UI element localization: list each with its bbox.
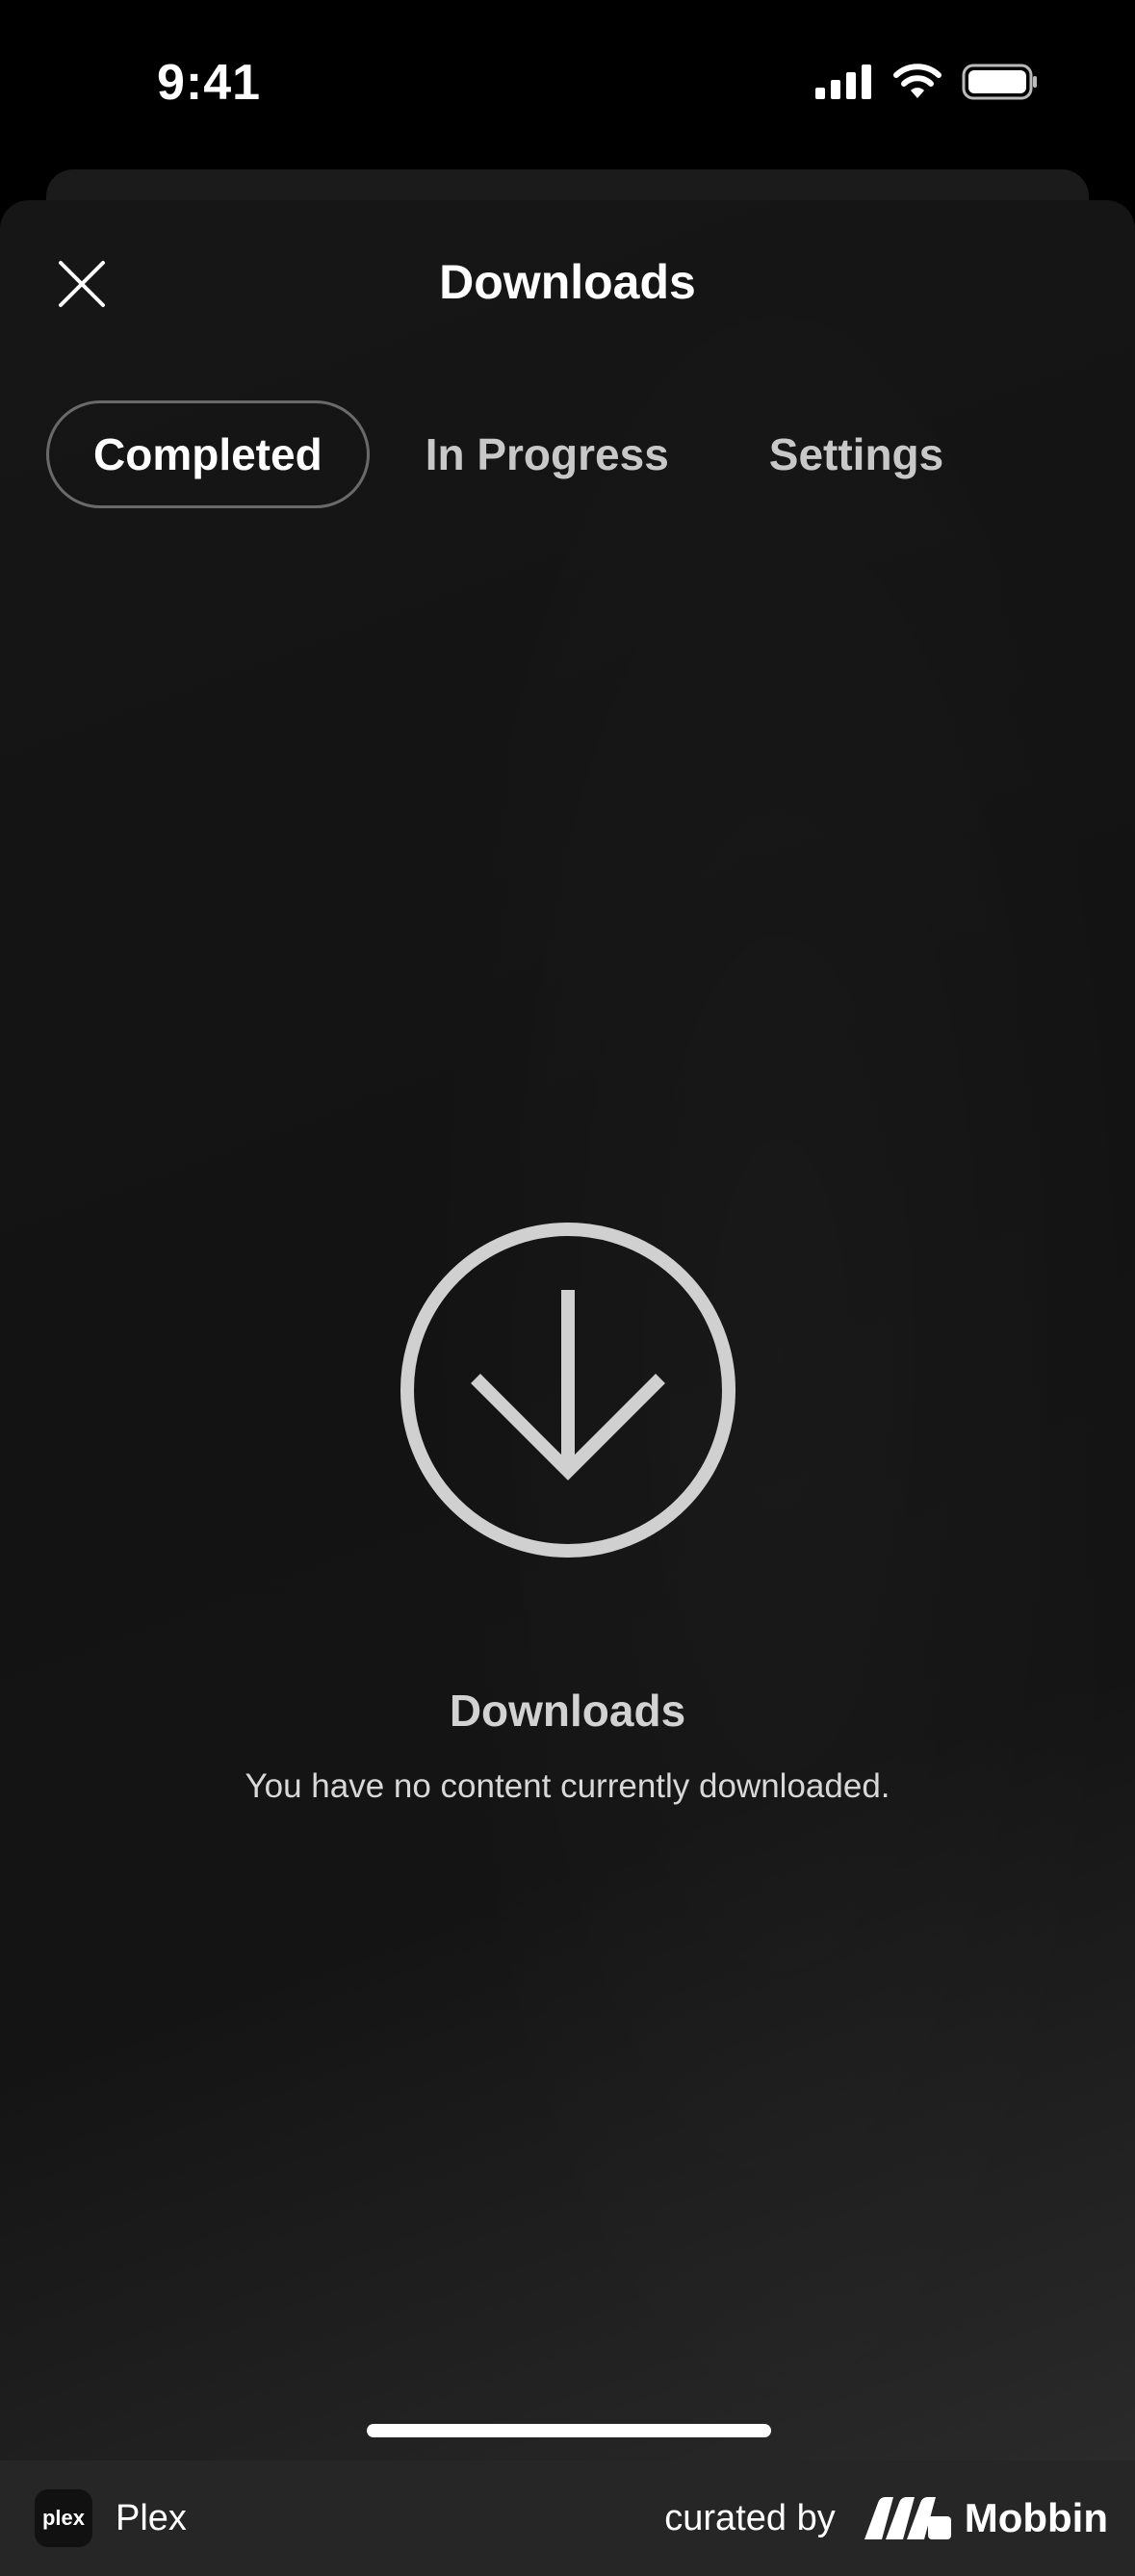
status-time: 9:41	[157, 55, 262, 111]
footer-app-info: plex Plex	[35, 2489, 187, 2547]
footer-app-name: Plex	[116, 2497, 187, 2538]
downloads-sheet: Downloads Completed In Progress Settings…	[0, 200, 1135, 2460]
tab-settings[interactable]: Settings	[725, 400, 988, 508]
plex-logo-icon: plex	[35, 2489, 92, 2547]
home-indicator	[367, 2424, 771, 2437]
mobbin-brand: Mobbin	[864, 2495, 1108, 2541]
screen: 9:41 Downloads Completed In Progress Set…	[0, 0, 1135, 2576]
page-title: Downloads	[439, 255, 696, 309]
mobbin-brand-text: Mobbin	[964, 2495, 1108, 2540]
wifi-icon	[893, 64, 942, 98]
battery-icon	[962, 64, 1037, 100]
footer-credit: curated by Mobbin	[664, 2495, 1108, 2541]
plex-logo-text: plex	[41, 2506, 86, 2530]
status-icons	[815, 64, 1039, 100]
tab-bar: Completed In Progress Settings	[46, 400, 988, 508]
status-bar: 9:41	[0, 0, 1135, 168]
footer-bar: plex Plex curated by Mobbin	[0, 2460, 1135, 2576]
download-circle-icon	[400, 1223, 735, 1558]
empty-state-title: Downloads	[449, 1686, 686, 1736]
tab-completed[interactable]: Completed	[46, 400, 370, 508]
tab-in-progress[interactable]: In Progress	[381, 400, 713, 508]
empty-state: Downloads You have no content currently …	[0, 1221, 1135, 1806]
curated-by-label: curated by	[664, 2497, 836, 2538]
empty-state-message: You have no content currently downloaded…	[245, 1767, 890, 1805]
cellular-signal-icon	[815, 64, 871, 99]
mobbin-logo-icon	[864, 2497, 951, 2539]
